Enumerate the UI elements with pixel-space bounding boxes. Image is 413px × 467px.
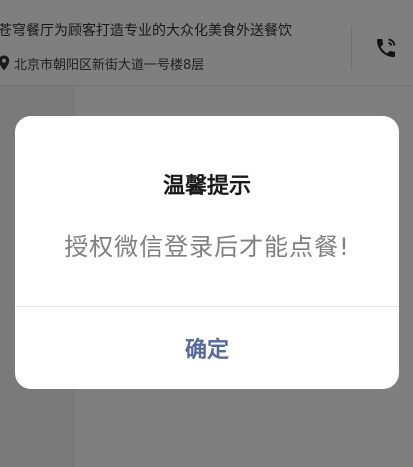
confirm-button[interactable]: 确定 (15, 307, 399, 389)
dialog-title: 温馨提示 (162, 174, 251, 199)
auth-dialog: 温馨提示 授权微信登录后才能点餐! 确定 (15, 116, 399, 389)
page: 苍穹餐厅为顾客打造专业的大众化美食外送餐饮 北京市朝阳区新街大道一号楼8层 (0, 0, 413, 467)
dialog-message: 授权微信登录后才能点餐! (64, 233, 350, 261)
